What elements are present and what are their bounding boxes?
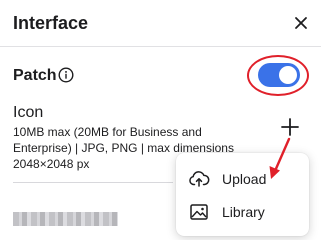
toggle-highlight-annotation bbox=[247, 55, 309, 96]
field-underline bbox=[13, 182, 173, 183]
annotation-arrow bbox=[269, 137, 291, 179]
redacted-text bbox=[13, 212, 118, 226]
menu-item-upload-label: Upload bbox=[222, 171, 267, 187]
info-icon[interactable] bbox=[58, 67, 74, 83]
menu-item-library-label: Library bbox=[222, 204, 265, 220]
menu-item-library[interactable]: Library bbox=[176, 196, 309, 228]
panel-title: Interface bbox=[13, 13, 89, 33]
header-divider bbox=[0, 46, 321, 47]
cloud-upload-icon bbox=[189, 171, 210, 187]
patch-label: Patch bbox=[13, 67, 57, 84]
panel-header: Interface bbox=[0, 0, 321, 46]
close-button[interactable] bbox=[288, 10, 314, 36]
close-icon bbox=[295, 17, 307, 29]
icon-section-label: Icon bbox=[13, 104, 44, 121]
image-library-icon bbox=[190, 204, 208, 220]
